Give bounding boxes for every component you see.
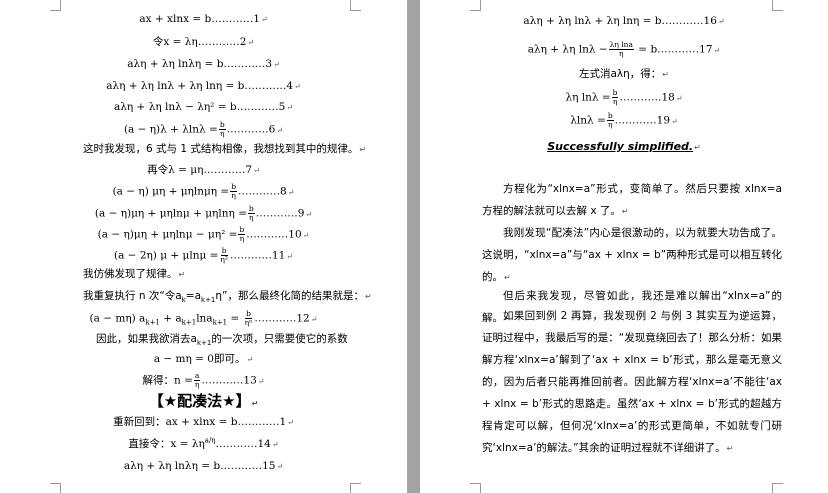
equation-19: λlnλ = b η …………19↵ bbox=[570, 111, 678, 129]
equation-18: λη lnλ = b η …………18↵ bbox=[565, 88, 683, 106]
paragraph-eliminate: 因此，如果我欲消去ak+1的一次项，只需要使它的系数 bbox=[96, 333, 348, 348]
equation-15: aλη + λη lnλη = b…………15↵ bbox=[123, 460, 284, 472]
paragraph-discovery: 这时我发现，6 式与 1 式结构相像，我想找到其中的规律。↵ bbox=[83, 143, 367, 155]
paragraph-4: 如果回到例 2 再算，我发现例 2 与例 3 其实互为逆运算，证明过程中，我最后… bbox=[482, 310, 782, 454]
equation-6: (a − η)λ + λlnλ = b η …………6↵ bbox=[123, 120, 284, 138]
equation-1-again: 重新回到：ax + xlnx = b…………1↵ bbox=[113, 416, 294, 428]
equation-11: (a − 2η) μ + μlnμ = b η² …………11↵ bbox=[113, 246, 293, 264]
crop-mark bbox=[772, 483, 783, 493]
equation-1: ax + xlnx = b…………1↵ bbox=[139, 13, 268, 25]
section-heading: 【★配凑法★】↵ bbox=[148, 392, 259, 410]
equation-zero: a − mη = 0即可。↵ bbox=[153, 353, 254, 365]
paragraph-1: 方程化为“xlnx=a”形式，变简单了。然后只要按 xlnx=a 方程的解法就可… bbox=[482, 183, 782, 217]
equation-16: aλη + λη lnλ + λη lnη = b…………16↵ bbox=[523, 15, 725, 27]
equation-3: aλη + λη lnλη = b…………3↵ bbox=[127, 58, 280, 70]
paragraph-pattern: 我仿佛发现了规律。↵ bbox=[83, 268, 186, 280]
document-page-left[interactable]: ax + xlnx = b…………1↵ 令x = λη…………2↵ aλη + … bbox=[0, 0, 407, 493]
equation-17: aλη + λη lnλ − λη lna η = b…………17↵ bbox=[527, 40, 721, 58]
equation-5: aλη + λη lnλ − λη² = b…………5↵ bbox=[114, 101, 293, 113]
simplified-note: Successfully simplified.↵ bbox=[547, 140, 701, 153]
equation-9: (a − η)μη + μηlnμ + μηlnη = b η …………9↵ bbox=[94, 204, 313, 222]
document-page-right[interactable]: aλη + λη lnλ + λη lnη = b…………16↵ aλη + λ… bbox=[420, 0, 828, 493]
paragraph-repeat: 我重复执行 n 次“令ak=ak+1η”，那么最终化简的结果就是：↵ bbox=[83, 290, 372, 305]
page-gap bbox=[407, 0, 420, 493]
paragraph-2: 我刚发现“配凑法”内心是很激动的，以为就要大功告成了。这说明，“xlnx=a”与… bbox=[482, 227, 782, 283]
equation-7: 再令λ = μη…………7↵ bbox=[147, 164, 260, 176]
equation-14: 直接令：x = ληa/η…………14↵ bbox=[128, 436, 279, 450]
equation-2: 令x = λη…………2↵ bbox=[152, 36, 255, 48]
equation-13: 解得：n = a η …………13↵ bbox=[142, 371, 265, 389]
equation-12: (a − mη) ak+1 + ak+1lnak+1 = b ηⁿ …………12↵ bbox=[89, 309, 318, 327]
crop-mark bbox=[470, 483, 481, 493]
equation-4: aλη + λη lnλ + λη lnη = b…………4↵ bbox=[106, 80, 301, 92]
crop-mark bbox=[350, 483, 361, 493]
paragraph-cancel: 左式消aλη，得：↵ bbox=[578, 68, 669, 80]
crop-mark bbox=[350, 0, 361, 11]
equation-8: (a − η) μη + μηlnμη = b η …………8↵ bbox=[112, 182, 295, 200]
equation-10: (a − η)μη + μηlnμ − μη² = b η …………10↵ bbox=[97, 225, 310, 243]
crop-mark bbox=[772, 0, 783, 11]
crop-mark bbox=[50, 483, 61, 493]
crop-mark bbox=[50, 0, 61, 11]
crop-mark bbox=[470, 0, 481, 11]
